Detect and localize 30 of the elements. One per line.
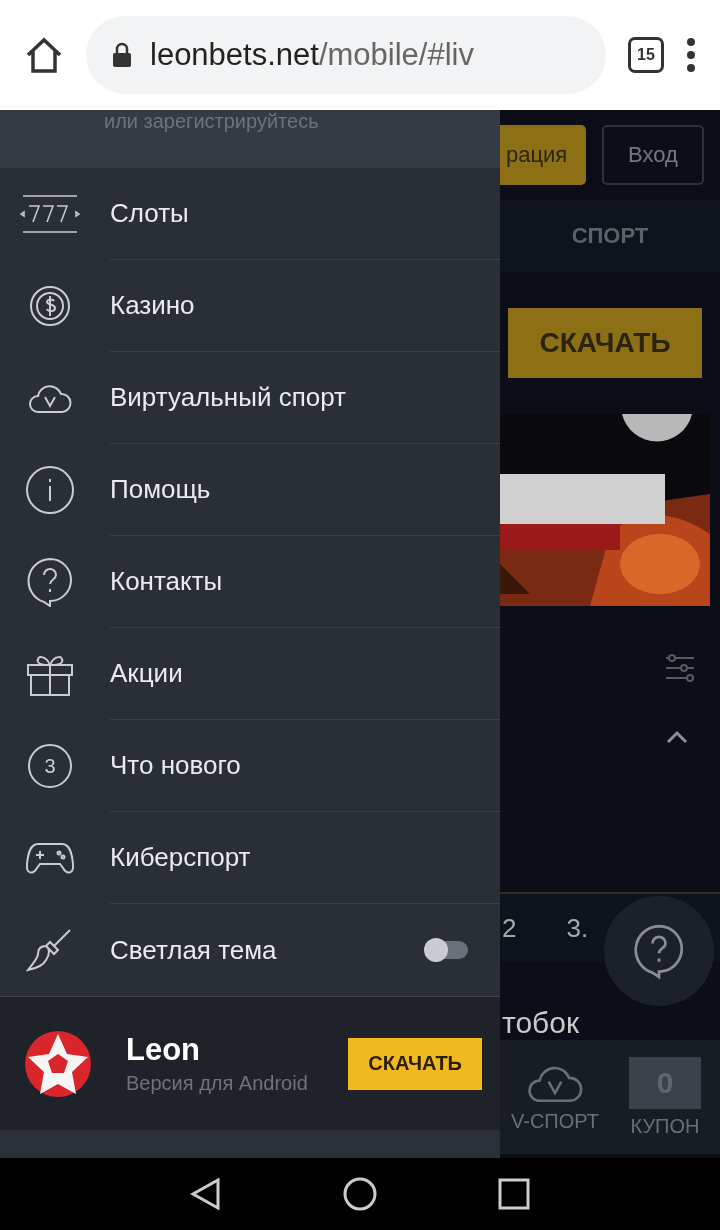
login-button[interactable]: Вход [602, 125, 704, 185]
menu-item[interactable]: Светлая тема [0, 904, 500, 996]
cloud-icon [28, 382, 72, 414]
download-button[interactable]: СКАЧАТЬ [348, 1037, 482, 1090]
recents-icon[interactable] [498, 1178, 530, 1210]
slots-icon [19, 194, 81, 234]
chevron-up-icon[interactable] [666, 730, 688, 744]
question-bubble-icon [26, 557, 74, 607]
filter-icon[interactable] [664, 652, 696, 684]
odds-label: 2 [502, 912, 517, 944]
url-field[interactable]: leonbets.net/mobile/#liv [86, 16, 606, 94]
home-icon[interactable] [24, 35, 64, 75]
coin-icon [29, 285, 71, 327]
paintbrush-icon [26, 926, 74, 974]
menu-item[interactable]: Акции [0, 628, 500, 720]
lock-icon [112, 42, 132, 68]
odds-value[interactable]: 3. [566, 912, 589, 944]
info-icon [25, 465, 75, 515]
more-icon[interactable] [686, 38, 696, 72]
tab-count[interactable]: 15 [628, 37, 664, 73]
back-icon[interactable] [190, 1177, 222, 1211]
menu-item[interactable]: Казино [0, 260, 500, 352]
section-heading: тобок [502, 1006, 580, 1040]
app-subtitle: Версия для Android [126, 1072, 309, 1095]
ball-logo-icon [24, 1029, 92, 1098]
number-circle-icon: 3 [27, 743, 73, 789]
home-icon[interactable] [342, 1176, 378, 1212]
question-bubble-icon [633, 923, 685, 979]
gamepad-icon [26, 842, 74, 874]
app-title: Leon [126, 1032, 202, 1068]
